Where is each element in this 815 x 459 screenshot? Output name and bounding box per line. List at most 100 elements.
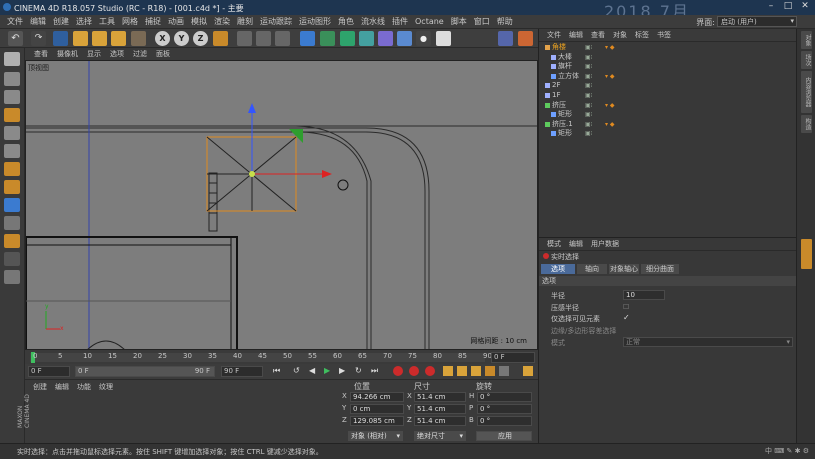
- sidebar-tab-takes[interactable]: 场次: [801, 51, 812, 69]
- z-axis-lock-icon[interactable]: Z: [193, 31, 208, 46]
- current-frame-field[interactable]: 0 F: [491, 352, 535, 363]
- object-tags-icon[interactable]: ▾ ◆: [605, 101, 615, 111]
- coordinate-mode-select[interactable]: 对象 (相对) ▾: [348, 431, 403, 441]
- go-to-start-icon[interactable]: ⏮: [273, 366, 283, 376]
- menu-item-17[interactable]: 脚本: [451, 16, 467, 27]
- menu-item-7[interactable]: 动画: [168, 16, 184, 27]
- menu-item-18[interactable]: 窗口: [474, 16, 490, 27]
- close-button[interactable]: ✕: [797, 1, 813, 13]
- keyframe-selection-icon[interactable]: [425, 366, 435, 376]
- workplane-icon[interactable]: [4, 108, 20, 122]
- attribute-tab[interactable]: 选项: [541, 264, 575, 274]
- redo-icon[interactable]: ↷: [31, 31, 46, 46]
- size-field[interactable]: 51.4 cm: [414, 416, 466, 426]
- parameter-key-icon[interactable]: [485, 366, 495, 376]
- visibility-dots-icon[interactable]: ▣ ⁝: [585, 62, 593, 72]
- visibility-dots-icon[interactable]: ▣ ⁝: [585, 110, 593, 120]
- move-icon[interactable]: [73, 31, 88, 46]
- object-row[interactable]: 矩形 ▣ ⁝: [539, 129, 797, 139]
- scale-key-icon[interactable]: [457, 366, 467, 376]
- render-picture-viewer-icon[interactable]: [256, 31, 271, 46]
- subdivision-icon[interactable]: [340, 31, 355, 46]
- menu-item-4[interactable]: 工具: [99, 16, 115, 27]
- menu-item-15[interactable]: 插件: [392, 16, 408, 27]
- visibility-dots-icon[interactable]: ▣ ⁝: [585, 81, 593, 91]
- menu-item-16[interactable]: Octane: [415, 17, 444, 26]
- attribute-tab[interactable]: 细分曲面: [641, 264, 679, 274]
- viewport-menu-item[interactable]: 选项: [110, 49, 124, 59]
- object-row[interactable]: 挤压.1 ▣ ⁝ ▾ ◆: [539, 120, 797, 130]
- object-row[interactable]: 旗杆 ▣ ⁝: [539, 62, 797, 72]
- pressure-radius-checkbox[interactable]: ☐: [623, 303, 629, 311]
- points-mode-icon[interactable]: [4, 126, 20, 140]
- deformer-icon[interactable]: [378, 31, 393, 46]
- menu-item-2[interactable]: 创建: [53, 16, 69, 27]
- sidebar-tab-objects[interactable]: 对象: [801, 31, 812, 49]
- make-editable-icon[interactable]: [4, 52, 20, 66]
- live-selection-icon[interactable]: [53, 31, 68, 46]
- recent-tool-icon[interactable]: [131, 31, 146, 46]
- viewport-menu-item[interactable]: 过滤: [133, 49, 147, 59]
- attribute-tab[interactable]: 对象轴心: [609, 264, 639, 274]
- start-frame-field[interactable]: 0 F: [28, 366, 70, 377]
- rotation-field[interactable]: 0 °: [477, 392, 532, 402]
- snap-icon[interactable]: [4, 216, 20, 230]
- floor-icon[interactable]: [397, 31, 412, 46]
- object-menu-item[interactable]: 对象: [613, 30, 627, 40]
- size-field[interactable]: 51.4 cm: [414, 404, 466, 414]
- object-row[interactable]: 矩形 ▣ ⁝: [539, 110, 797, 120]
- visibility-dots-icon[interactable]: ▣ ⁝: [585, 101, 593, 111]
- object-tags-icon[interactable]: ▾ ◆: [605, 120, 615, 130]
- maximize-button[interactable]: □: [780, 1, 796, 13]
- end-frame-field[interactable]: 90 F: [221, 366, 263, 377]
- menu-item-8[interactable]: 模拟: [191, 16, 207, 27]
- visibility-dots-icon[interactable]: ▣ ⁝: [585, 72, 593, 82]
- size-mode-select[interactable]: 绝对尺寸 ▾: [414, 431, 466, 441]
- material-menu-item[interactable]: 编辑: [55, 382, 69, 392]
- menu-item-19[interactable]: 帮助: [497, 16, 513, 27]
- attribute-menu-item[interactable]: 编辑: [569, 239, 583, 249]
- menu-item-5[interactable]: 网格: [122, 16, 138, 27]
- object-menu-item[interactable]: 编辑: [569, 30, 583, 40]
- menu-item-3[interactable]: 选择: [76, 16, 92, 27]
- viewport-menu-item[interactable]: 查看: [34, 49, 48, 59]
- play-icon[interactable]: ▶: [324, 366, 334, 376]
- cube-icon[interactable]: [300, 31, 315, 46]
- menu-item-12[interactable]: 运动图形: [299, 16, 331, 27]
- visible-only-checkbox[interactable]: ✓: [623, 313, 630, 322]
- position-field[interactable]: 0 cm: [350, 404, 404, 414]
- scale-icon[interactable]: [92, 31, 107, 46]
- sidebar-tab-content-browser[interactable]: 内容浏览器: [801, 71, 812, 113]
- object-row[interactable]: 1F ▣ ⁝: [539, 91, 797, 101]
- camera-icon[interactable]: ●: [416, 31, 431, 46]
- visibility-dots-icon[interactable]: ▣ ⁝: [585, 129, 593, 139]
- y-axis-lock-icon[interactable]: Y: [174, 31, 189, 46]
- attribute-menu-item[interactable]: 模式: [547, 239, 561, 249]
- render-view-icon[interactable]: [237, 31, 252, 46]
- timeline[interactable]: 0 5 10 15 20 25 30 35 40 45 50 55 60 65 70 75 80 85 90 0 F: [25, 350, 538, 364]
- record-icon[interactable]: [393, 366, 403, 376]
- timeline-window-icon[interactable]: [523, 366, 533, 376]
- prev-frame-icon[interactable]: ◀: [309, 366, 319, 376]
- next-key-icon[interactable]: ↻: [355, 366, 365, 376]
- rotation-field[interactable]: 0 °: [477, 404, 532, 414]
- rotate-icon[interactable]: [111, 31, 126, 46]
- viewport-menu-item[interactable]: 显示: [87, 49, 101, 59]
- object-tags-icon[interactable]: ▾ ◆: [605, 72, 615, 82]
- position-field[interactable]: 94.266 cm: [350, 392, 404, 402]
- polygons-mode-icon[interactable]: [4, 162, 20, 176]
- menu-item-11[interactable]: 运动跟踪: [260, 16, 292, 27]
- sidebar-tab-structure[interactable]: 构造: [801, 115, 812, 133]
- prev-key-icon[interactable]: ↺: [293, 366, 303, 376]
- edges-mode-icon[interactable]: [4, 144, 20, 158]
- pla-key-icon[interactable]: [499, 366, 509, 376]
- undo-icon[interactable]: ↶: [8, 31, 23, 46]
- render-settings-icon[interactable]: [275, 31, 290, 46]
- octane-settings-icon[interactable]: [518, 31, 533, 46]
- x-axis-lock-icon[interactable]: X: [155, 31, 170, 46]
- rotation-key-icon[interactable]: [471, 366, 481, 376]
- radius-input[interactable]: 10: [623, 290, 665, 300]
- next-frame-icon[interactable]: ▶: [339, 366, 349, 376]
- visibility-dots-icon[interactable]: ▣ ⁝: [585, 91, 593, 101]
- apply-button[interactable]: 应用: [476, 431, 532, 441]
